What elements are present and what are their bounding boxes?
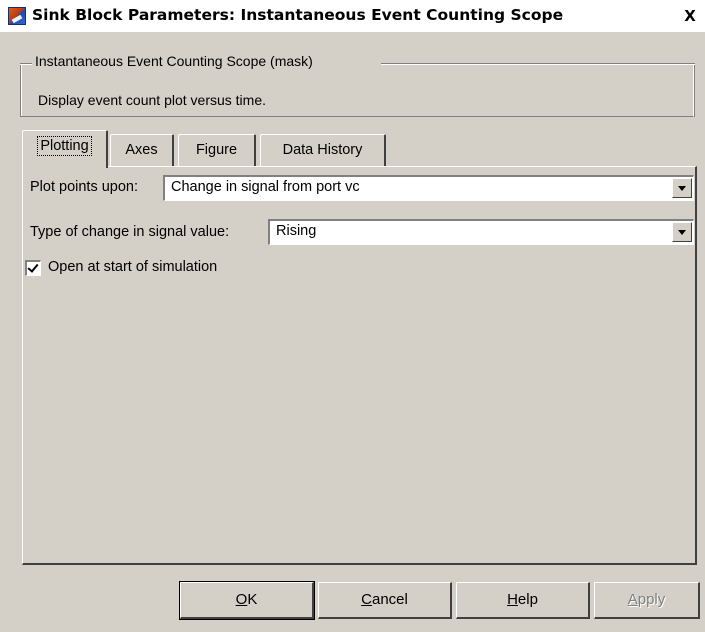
tab-label: Data History [282, 142, 363, 158]
tab-label: Plotting [37, 136, 92, 156]
open-at-start-checkbox[interactable] [25, 260, 41, 276]
chevron-down-icon[interactable] [672, 222, 692, 242]
open-at-start-label[interactable]: Open at start of simulation [48, 259, 217, 275]
title-bar[interactable]: Sink Block Parameters: Instantaneous Eve… [0, 0, 705, 32]
plot-points-label: Plot points upon: [30, 179, 139, 195]
plot-points-select[interactable]: Change in signal from port vc [163, 175, 694, 201]
block-description: Display event count plot versus time. [38, 92, 266, 108]
cancel-mnemonic: C [361, 591, 372, 608]
tab-plotting[interactable]: Plotting [22, 130, 108, 168]
mask-group-box [20, 63, 694, 117]
cancel-label: ancel [371, 591, 408, 608]
tab-label: Figure [195, 142, 238, 158]
chevron-down-icon[interactable] [672, 178, 692, 198]
apply-label: pply [637, 591, 666, 608]
change-type-label: Type of change in signal value: [30, 224, 230, 240]
tab-data-history[interactable]: Data History [260, 134, 386, 167]
change-type-select[interactable]: Rising [268, 219, 694, 245]
apply-button[interactable]: Apply [594, 582, 700, 619]
cancel-button[interactable]: Cancel [318, 582, 452, 619]
tab-label: Axes [125, 142, 158, 158]
group-box-top-border-right [381, 63, 695, 65]
ok-label: K [247, 591, 258, 608]
group-box-legend: Instantaneous Event Counting Scope (mask… [34, 53, 314, 69]
window-title: Sink Block Parameters: Instantaneous Eve… [32, 6, 564, 24]
ok-button[interactable]: OK [179, 581, 315, 620]
close-icon[interactable]: X [681, 7, 699, 25]
group-box-top-border-left [20, 63, 32, 65]
change-type-value: Rising [276, 223, 317, 239]
tab-figure[interactable]: Figure [178, 134, 256, 167]
help-mnemonic: H [507, 591, 518, 608]
apply-mnemonic: A [627, 591, 638, 608]
tab-axes[interactable]: Axes [110, 134, 174, 167]
help-button[interactable]: Help [456, 582, 590, 619]
help-label: elp [517, 591, 538, 608]
ok-mnemonic: O [235, 591, 248, 608]
plot-points-value: Change in signal from port vc [171, 179, 360, 195]
simulink-block-icon [8, 7, 26, 25]
